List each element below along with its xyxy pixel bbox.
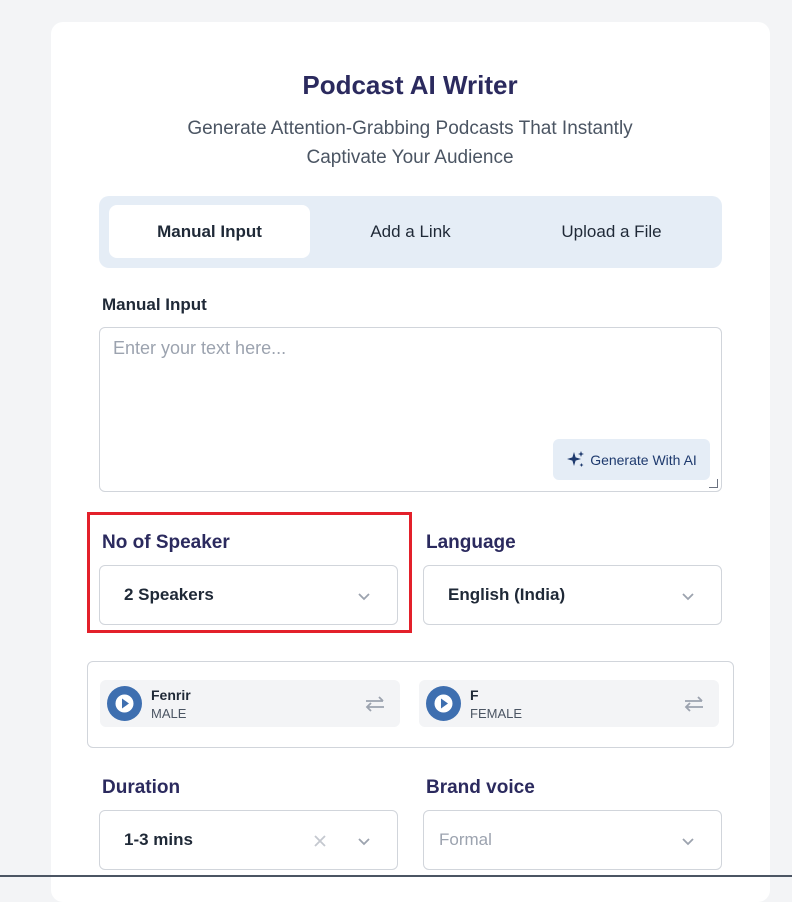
chevron-down-icon: [682, 838, 694, 846]
play-icon: [434, 694, 453, 713]
voice-name: F: [470, 687, 479, 703]
voice-gender: MALE: [151, 706, 187, 721]
play-button[interactable]: [107, 686, 142, 721]
duration-select[interactable]: 1-3 mins: [99, 810, 398, 870]
tab-manual-input[interactable]: Manual Input: [109, 205, 310, 258]
voice-gender: FEMALE: [470, 706, 523, 721]
tab-add-link[interactable]: Add a Link: [310, 205, 511, 258]
input-mode-tabs: Manual Input Add a Link Upload a File: [99, 196, 722, 268]
play-icon: [115, 694, 134, 713]
generate-with-ai-label: Generate With AI: [590, 451, 697, 468]
play-button[interactable]: [426, 686, 461, 721]
sparkles-icon: [567, 450, 585, 467]
chevron-down-icon: [682, 593, 694, 601]
swap-icon[interactable]: [364, 694, 386, 714]
language-select[interactable]: English (India): [423, 565, 722, 625]
clear-icon[interactable]: [312, 833, 328, 849]
page-title: Podcast AI Writer: [302, 70, 518, 100]
brand-voice-select[interactable]: Formal: [423, 810, 722, 870]
swap-icon[interactable]: [683, 694, 705, 714]
manual-input-label: Manual Input: [102, 295, 207, 314]
brand-voice-placeholder: Formal: [439, 830, 492, 849]
voice-card-1: Fenrir MALE: [100, 680, 400, 727]
language-label: Language: [426, 532, 516, 553]
duration-label: Duration: [102, 777, 181, 798]
generate-with-ai-button[interactable]: Generate With AI: [553, 439, 710, 480]
voice-name: Fenrir: [151, 687, 191, 703]
tab-upload-file[interactable]: Upload a File: [511, 205, 712, 258]
resize-handle[interactable]: [709, 479, 718, 488]
duration-value: 1-3 mins: [124, 830, 193, 849]
language-value: English (India): [448, 585, 566, 604]
voice-card-2: F FEMALE: [419, 680, 719, 727]
chevron-down-icon: [358, 838, 370, 846]
brand-voice-label: Brand voice: [426, 777, 535, 798]
page-subtitle: Generate Attention-Grabbing Podcasts Tha…: [187, 118, 633, 168]
speakers-highlight-box: [87, 512, 412, 633]
